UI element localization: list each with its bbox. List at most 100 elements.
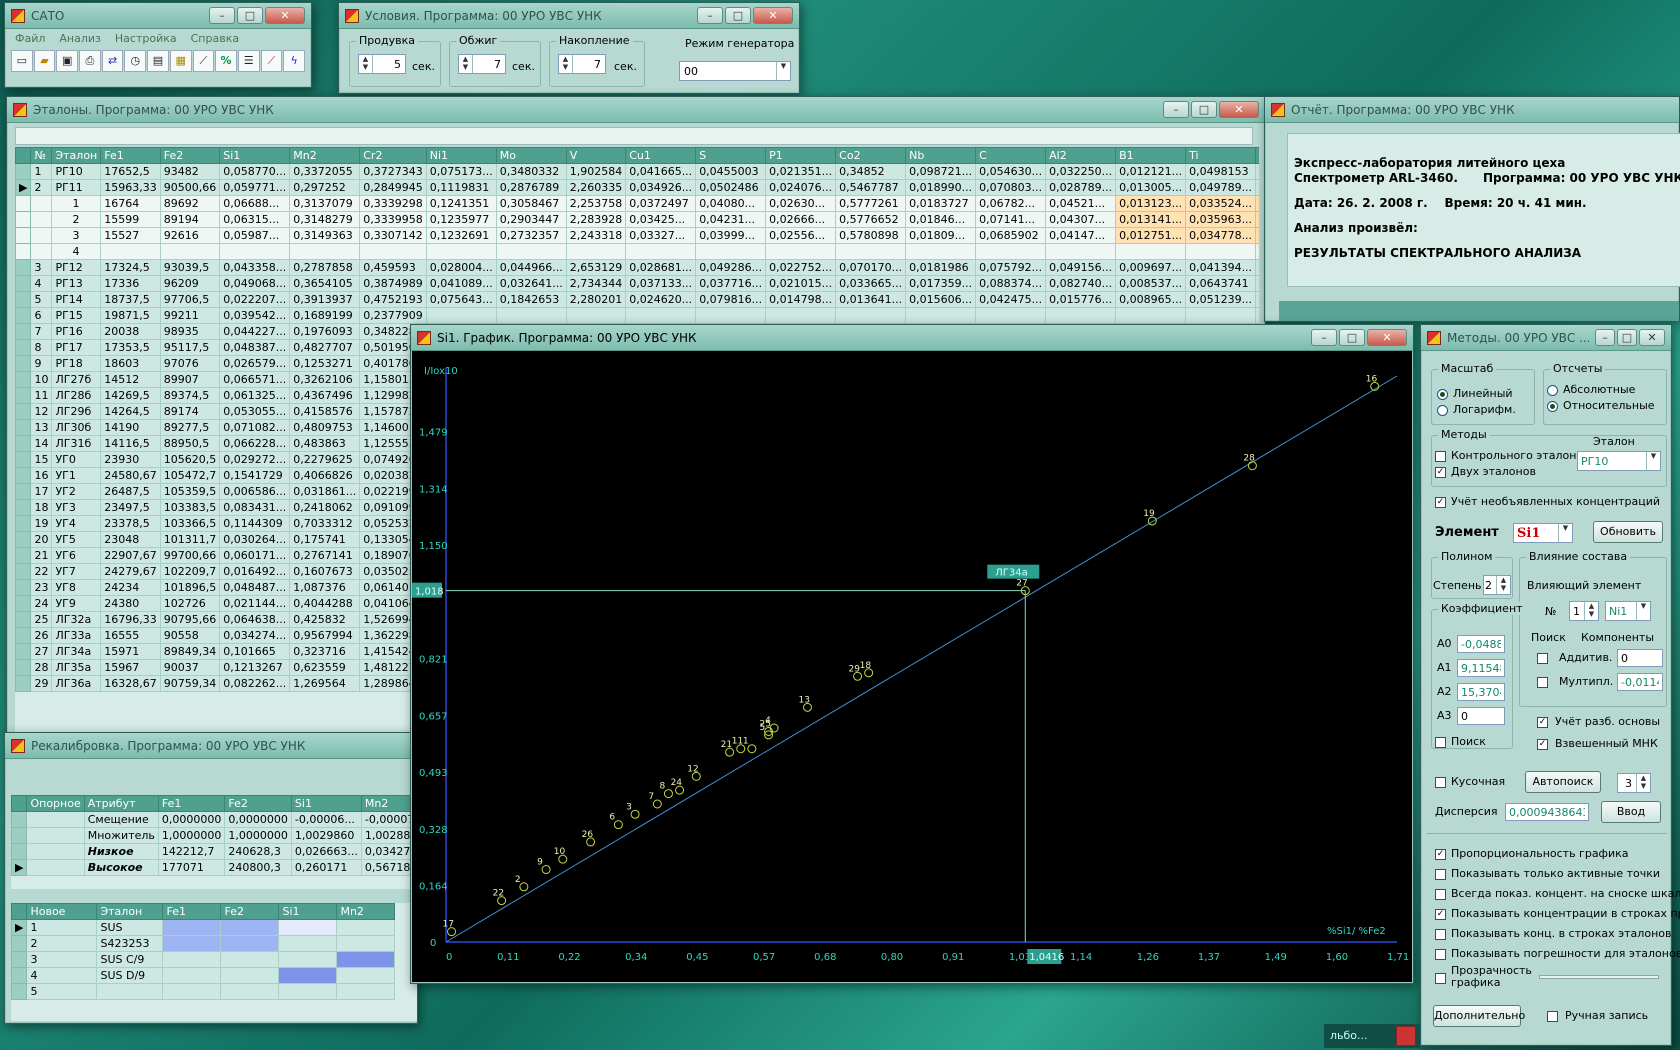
row-indicator[interactable] <box>15 659 32 676</box>
table-row[interactable]: 4 SUS D/9 <box>11 967 396 984</box>
table-cell[interactable]: 102726 <box>159 595 221 612</box>
table-cell[interactable]: РГ12 <box>51 259 102 276</box>
table-cell[interactable]: 1,127842 <box>1255 163 1259 180</box>
table-cell[interactable]: 105359,5 <box>159 483 221 500</box>
table-cell[interactable]: 11 <box>30 387 53 404</box>
table-cell[interactable]: 20 <box>30 531 53 548</box>
table-cell[interactable]: 0,2876789 <box>495 179 567 196</box>
table-cell[interactable]: 0,013123... <box>1115 195 1187 212</box>
table-cell[interactable]: 0,037133... <box>625 275 697 292</box>
table-cell[interactable]: 0,008537... <box>1115 275 1187 292</box>
close-icon[interactable]: ✕ <box>1219 101 1259 118</box>
table-cell[interactable]: 0,028004... <box>425 259 497 276</box>
table-cell[interactable]: 0,021351... <box>765 163 837 180</box>
table-cell[interactable] <box>495 307 567 324</box>
table-cell[interactable] <box>905 307 977 324</box>
a2-input[interactable] <box>1457 683 1505 701</box>
table-cell[interactable]: 0,030264... <box>219 531 291 548</box>
table-cell[interactable]: 89174 <box>159 403 221 420</box>
table-cell[interactable]: 0,2849945 <box>359 179 427 196</box>
table-cell[interactable] <box>220 935 280 952</box>
table-cell[interactable]: 2 <box>26 935 98 952</box>
row-indicator[interactable] <box>15 163 32 180</box>
table-cell[interactable]: 0,024620... <box>625 291 697 308</box>
row-indicator[interactable] <box>15 195 32 212</box>
opt-errors-checkbox[interactable] <box>1435 949 1446 960</box>
table-cell[interactable]: 105472,7 <box>159 467 221 484</box>
table-cell[interactable]: 0,041394... <box>1185 259 1257 276</box>
table-cell[interactable]: 0,2418062 <box>289 499 361 516</box>
rep-rel-radio[interactable] <box>1547 401 1558 412</box>
sato-titlebar[interactable]: САТО – □ ✕ <box>5 3 311 29</box>
table-cell[interactable]: 0,018990... <box>905 179 977 196</box>
table-cell[interactable]: 90759,34 <box>159 675 221 692</box>
table-cell[interactable]: 0,297252 <box>289 179 361 196</box>
opt-proportional-checkbox[interactable]: ✓ <box>1435 849 1446 860</box>
table-cell[interactable]: 93482 <box>159 163 221 180</box>
close-icon[interactable]: ✕ <box>1639 329 1665 346</box>
table-cell[interactable]: 0,044966... <box>495 259 567 276</box>
burn-spinner[interactable]: ▲ ▼ 7 <box>458 54 506 74</box>
table-cell[interactable]: 18 <box>30 499 53 516</box>
table-cell[interactable]: РГ15 <box>51 307 102 324</box>
chart-icon[interactable]: ⟋ <box>192 50 215 72</box>
row-indicator[interactable] <box>11 935 28 952</box>
table-cell[interactable]: 7 <box>30 323 53 340</box>
table-cell[interactable]: РГ16 <box>51 323 102 340</box>
table-cell[interactable]: 22 <box>30 563 53 580</box>
two-etalons-checkbox[interactable]: ✓ <box>1435 467 1446 478</box>
table-cell[interactable]: УГ7 <box>51 563 102 580</box>
table-cell[interactable]: 0,026663... <box>290 843 362 860</box>
row-indicator[interactable] <box>15 275 32 292</box>
table-cell[interactable]: 1,615251 <box>1255 227 1259 244</box>
table-row[interactable]: 6 РГ15 19871,5 99211 0,039542... 0,1689199 0,2… <box>15 307 1259 324</box>
table-cell[interactable]: УГ4 <box>51 515 102 532</box>
table-cell[interactable] <box>30 227 53 244</box>
table-cell[interactable]: РГ11 <box>51 179 102 196</box>
row-indicator[interactable] <box>15 547 32 564</box>
table-cell[interactable]: 3 <box>51 227 102 244</box>
table-cell[interactable] <box>625 243 697 260</box>
table-cell[interactable]: 0,3480332 <box>495 163 567 180</box>
table-cell[interactable]: УГ8 <box>51 579 102 596</box>
table-cell[interactable]: РГ18 <box>51 355 102 372</box>
table-cell[interactable]: 98935 <box>159 323 221 340</box>
table-cell[interactable]: 18737,5 <box>100 291 161 308</box>
table-cell[interactable]: 88950,5 <box>159 435 221 452</box>
table-cell[interactable] <box>336 935 396 952</box>
table-cell[interactable] <box>1045 243 1117 260</box>
table-row[interactable]: ▶ 1 SUS <box>11 919 396 936</box>
table-cell[interactable]: 0,1253271 <box>289 355 361 372</box>
table-cell[interactable]: 0,7033312 <box>289 515 361 532</box>
row-indicator[interactable] <box>15 563 32 580</box>
save-icon[interactable]: ▣ <box>56 50 79 72</box>
table-cell[interactable] <box>1115 243 1187 260</box>
mult-input[interactable] <box>1617 673 1663 691</box>
table-cell[interactable]: 2,243318 <box>565 227 627 244</box>
table-cell[interactable]: 1 <box>26 919 98 936</box>
column-header[interactable]: Атрибут <box>83 795 159 812</box>
table-cell[interactable]: 0,06688... <box>219 195 291 212</box>
table-cell[interactable] <box>220 967 280 984</box>
table-cell[interactable]: 0,3727343 <box>359 163 427 180</box>
table-cell[interactable]: 89692 <box>159 195 221 212</box>
infl-element-select[interactable]: Ni1 ▼ <box>1605 601 1651 621</box>
table-cell[interactable]: 0,04147... <box>1045 227 1117 244</box>
table-cell[interactable]: 0,05987... <box>219 227 291 244</box>
table-cell[interactable]: 0,1607673 <box>289 563 361 580</box>
column-header[interactable]: V <box>565 147 627 164</box>
table-cell[interactable]: 14190 <box>100 419 161 436</box>
row-indicator[interactable] <box>15 515 32 532</box>
table-cell[interactable]: 0,5467787 <box>835 179 907 196</box>
table-cell[interactable]: 0,075792... <box>975 259 1047 276</box>
table-cell[interactable]: 89849,34 <box>159 643 221 660</box>
table-cell[interactable]: 23497,5 <box>100 499 161 516</box>
table-cell[interactable]: 13 <box>30 419 53 436</box>
row-indicator[interactable]: ▶ <box>15 179 32 196</box>
table-cell[interactable]: 29 <box>30 675 53 692</box>
table-cell[interactable]: 9 <box>30 355 53 372</box>
table-cell[interactable] <box>1185 307 1257 324</box>
table-cell[interactable]: РГ10 <box>51 163 102 180</box>
table-cell[interactable] <box>336 919 396 936</box>
table-cell[interactable] <box>220 919 280 936</box>
